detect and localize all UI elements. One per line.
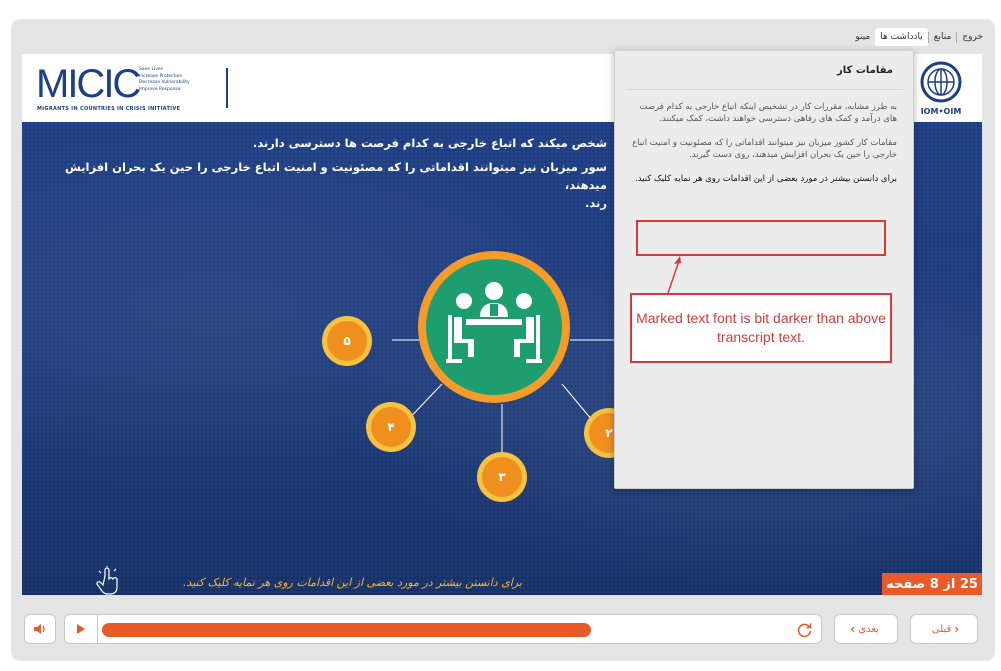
notes-popup: مقامات کار به طرز مشابه، مقررات کار در ت… [614, 50, 914, 489]
popup-paragraph: مقامات کار کشور میزبان نیز میتوانند اقدا… [632, 138, 897, 160]
prev-label: قبلی [931, 623, 952, 635]
next-button[interactable]: بعدی › [834, 614, 898, 644]
slide-counter: 25 از 8 صفحه [882, 573, 982, 595]
tab-exit[interactable]: خروج [957, 28, 988, 46]
progress-track[interactable] [98, 614, 822, 644]
tab-resources[interactable]: منابع [929, 28, 957, 46]
meeting-table-icon [446, 282, 542, 363]
popup-body: به طرز مشابه، مقررات کار در تشخیص اینکه … [627, 101, 897, 197]
popup-divider [627, 89, 903, 90]
click-hint: برای دانستن بیشتر در مورد بعضی از این اق… [182, 576, 522, 589]
node-4[interactable]: ۴ [366, 402, 416, 452]
player-controls: بعدی › ‹ قبلی [12, 608, 994, 650]
chevron-left-icon: ‹ [954, 622, 960, 636]
next-label: بعدی [858, 623, 879, 635]
speaker-icon [34, 624, 45, 634]
play-button[interactable] [64, 614, 98, 644]
chevron-right-icon: › [850, 622, 856, 636]
annotation-note: Marked text font is bit darker than abov… [630, 293, 892, 363]
popup-paragraph-highlighted: برای دانستن بیشتر در مورد بعضی از این اق… [635, 174, 897, 184]
prev-button[interactable]: ‹ قبلی [910, 614, 978, 644]
popup-paragraph: به طرز مشابه، مقررات کار در تشخیص اینکه … [639, 102, 897, 124]
annotation-highlight-box [636, 220, 886, 256]
node-3[interactable]: ۳ [477, 452, 527, 502]
replay-icon[interactable] [797, 622, 813, 638]
tab-notes[interactable]: یادداشت ها [875, 28, 928, 46]
popup-title: مقامات کار [837, 65, 893, 76]
hand-pointer-icon [96, 566, 118, 595]
top-menu: خروج منابع یادداشت ها مینو [850, 26, 988, 48]
meeting-hub[interactable] [418, 251, 570, 403]
top-bar: خروج منابع یادداشت ها مینو [12, 20, 994, 52]
play-icon [77, 624, 85, 634]
progress-fill [102, 623, 591, 637]
tab-menu[interactable]: مینو [850, 28, 875, 46]
hub-circle [426, 259, 562, 395]
node-5[interactable]: ۵ [322, 316, 372, 366]
mute-button[interactable] [24, 614, 56, 644]
